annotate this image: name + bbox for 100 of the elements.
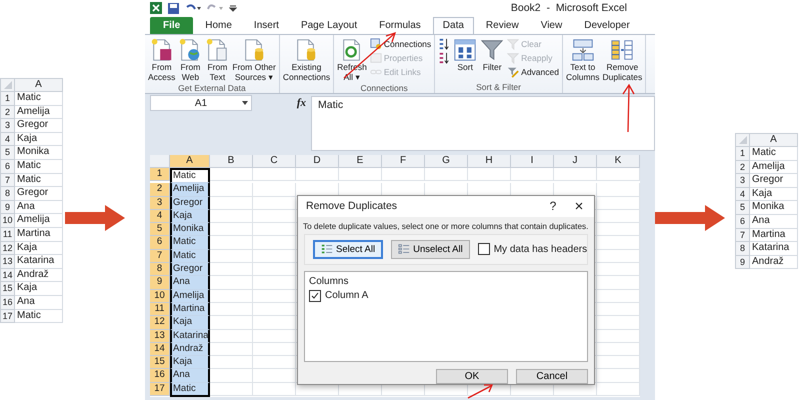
ribbon-button[interactable]: Connections: [368, 37, 432, 50]
customize-toolbar-icon[interactable]: [229, 3, 237, 13]
row-header[interactable]: 3: [0, 119, 15, 133]
table-cell: [210, 330, 253, 343]
table-cell: Amelija: [15, 106, 63, 120]
row-header[interactable]: 3: [735, 174, 750, 188]
table-cell: [210, 369, 253, 383]
row-header[interactable]: 9: [150, 276, 170, 290]
select-all-button[interactable]: Select All: [313, 240, 384, 259]
ribbon-button[interactable]: Sort: [452, 37, 478, 73]
row-header[interactable]: 9: [0, 200, 15, 214]
column-header[interactable]: C: [253, 155, 296, 168]
column-header[interactable]: G: [425, 155, 468, 168]
row-header[interactable]: 2: [735, 160, 750, 174]
row-header[interactable]: 7: [150, 250, 170, 264]
row-header[interactable]: 14: [150, 342, 170, 356]
ribbon-tab[interactable]: Insert: [244, 17, 289, 34]
row-header[interactable]: 8: [0, 187, 15, 201]
row-header[interactable]: 16: [0, 296, 15, 310]
row-header[interactable]: 13: [150, 330, 170, 343]
formula-bar[interactable]: Matic: [311, 96, 655, 151]
ribbon-button[interactable]: From Other Sources ▾: [231, 37, 277, 83]
table-cell: [210, 316, 253, 330]
name-box[interactable]: A1: [150, 95, 252, 111]
ok-button[interactable]: OK: [436, 369, 508, 384]
row-header[interactable]: 4: [0, 132, 15, 146]
row-header[interactable]: 1: [150, 168, 170, 182]
table-cell: [253, 250, 296, 264]
excel-logo-icon[interactable]: [150, 2, 162, 14]
row-header[interactable]: 17: [0, 310, 15, 324]
row-header[interactable]: 4: [735, 188, 750, 202]
ribbon-button[interactable]: Advanced: [506, 65, 560, 78]
unselect-all-button[interactable]: Unselect All: [391, 240, 470, 259]
insert-function-button[interactable]: fx: [296, 97, 306, 109]
row-header[interactable]: 9: [735, 256, 750, 270]
row-header[interactable]: 15: [150, 356, 170, 370]
column-header[interactable]: I: [511, 155, 554, 168]
row-header[interactable]: 8: [735, 242, 750, 256]
row-header[interactable]: 2: [0, 106, 15, 120]
ribbon-tab[interactable]: View: [530, 17, 572, 34]
table-cell: Andraž: [15, 268, 63, 282]
ribbon-tab[interactable]: File: [150, 17, 194, 34]
column-header[interactable]: A: [15, 78, 63, 92]
column-header[interactable]: D: [296, 155, 339, 168]
ribbon-tab[interactable]: Data: [432, 17, 474, 34]
dropdown-caret-icon[interactable]: [242, 101, 248, 105]
ribbon-tab[interactable]: Formulas: [369, 17, 431, 34]
ribbon-tab[interactable]: Home: [195, 17, 242, 34]
help-button[interactable]: ?: [542, 199, 564, 214]
row-header[interactable]: 11: [150, 302, 170, 316]
row-header[interactable]: 5: [150, 223, 170, 236]
row-header[interactable]: 12: [150, 316, 170, 330]
ribbon-button[interactable]: From Web: [177, 37, 204, 83]
column-header[interactable]: B: [210, 155, 253, 168]
row-header[interactable]: 7: [735, 228, 750, 242]
column-header[interactable]: K: [597, 155, 640, 168]
table-cell: [210, 302, 253, 316]
column-header[interactable]: A: [750, 133, 798, 147]
row-header[interactable]: 6: [150, 236, 170, 250]
column-checkbox[interactable]: Column A: [309, 290, 583, 302]
ribbon-button[interactable]: [437, 37, 452, 50]
ribbon-button[interactable]: From Text: [204, 37, 230, 83]
ribbon-button[interactable]: Existing Connections: [282, 37, 332, 83]
row-header[interactable]: 10: [150, 290, 170, 303]
column-header[interactable]: E: [339, 155, 382, 168]
row-header[interactable]: 1: [0, 92, 15, 106]
row-header[interactable]: 6: [0, 160, 15, 174]
row-header[interactable]: 2: [150, 183, 170, 197]
row-header[interactable]: 8: [150, 263, 170, 276]
ribbon-button[interactable]: [437, 51, 452, 64]
ribbon-tab[interactable]: Developer: [574, 17, 640, 34]
row-header[interactable]: 12: [0, 242, 15, 256]
ribbon-button[interactable]: From Access: [147, 37, 176, 83]
row-header[interactable]: 15: [0, 282, 15, 296]
column-header[interactable]: F: [382, 155, 425, 168]
save-icon[interactable]: [168, 2, 179, 14]
close-button[interactable]: ×: [564, 198, 594, 215]
row-header[interactable]: 1: [735, 147, 750, 161]
row-header[interactable]: 7: [0, 174, 15, 188]
row-header[interactable]: 6: [735, 214, 750, 229]
ribbon-button[interactable]: Filter: [479, 37, 506, 73]
row-header[interactable]: 5: [0, 146, 15, 160]
row-header[interactable]: 3: [150, 196, 170, 210]
cancel-button[interactable]: Cancel: [516, 369, 588, 384]
row-header[interactable]: 11: [0, 228, 15, 242]
column-header[interactable]: A: [170, 155, 210, 168]
row-header[interactable]: 17: [150, 382, 170, 396]
ribbon-button[interactable]: Text to Columns: [564, 37, 601, 83]
headers-checkbox[interactable]: My data has headers: [478, 243, 588, 256]
column-header[interactable]: J: [554, 155, 597, 168]
row-header[interactable]: 10: [0, 214, 15, 228]
row-header[interactable]: 13: [0, 255, 15, 269]
column-header[interactable]: H: [468, 155, 511, 168]
ribbon-button[interactable]: Remove Duplicates: [602, 37, 644, 83]
ribbon-tab[interactable]: Page Layout: [290, 17, 368, 34]
row-header[interactable]: 4: [150, 210, 170, 224]
row-header[interactable]: 14: [0, 268, 15, 282]
row-header[interactable]: 5: [735, 201, 750, 215]
ribbon-tab[interactable]: Review: [476, 17, 529, 34]
row-header[interactable]: 16: [150, 369, 170, 383]
